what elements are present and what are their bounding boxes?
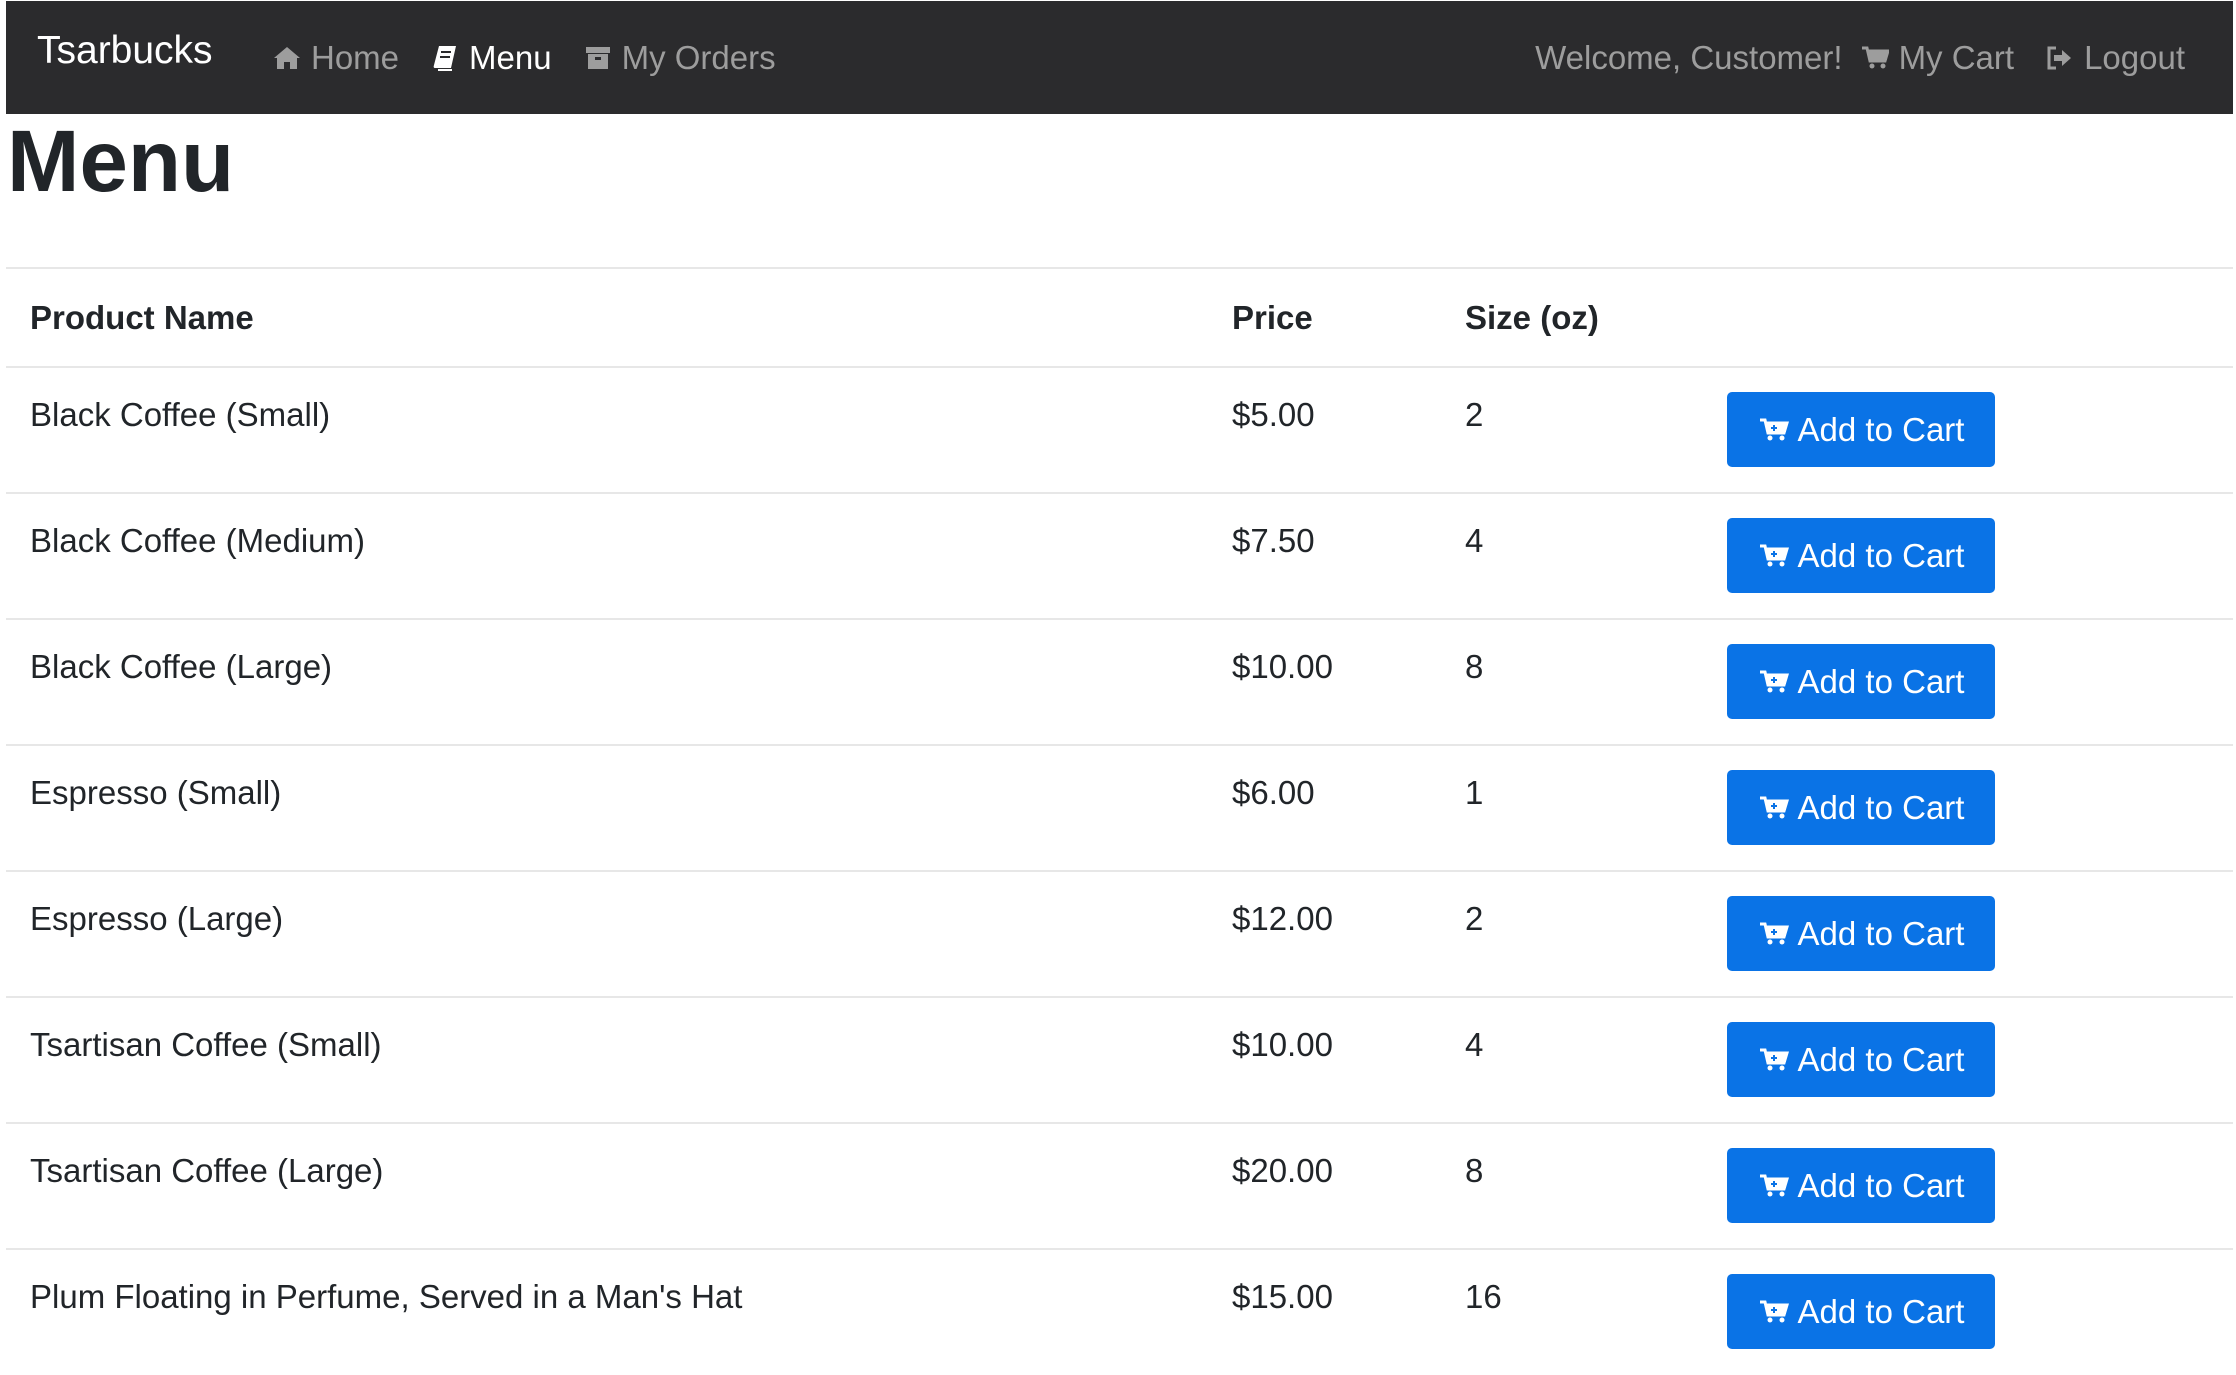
cart-plus-icon [1758, 1046, 1790, 1074]
menu-table: Product Name Price Size (oz) Black Coffe… [6, 267, 2233, 1375]
product-name-cell: Espresso (Large) [6, 870, 1208, 997]
table-row: Black Coffee (Small) $5.00 2 Add to Cart [6, 366, 2233, 493]
add-to-cart-button[interactable]: Add to Cart [1727, 518, 1995, 593]
add-to-cart-label: Add to Cart [1797, 536, 1965, 574]
action-cell: Add to Cart [1727, 870, 2233, 997]
action-cell: Add to Cart [1727, 366, 2233, 493]
add-to-cart-label: Add to Cart [1797, 1040, 1965, 1078]
nav-right-group: Welcome, Customer! My Cart Logout [1535, 1, 2185, 114]
nav-home-link[interactable]: Home [273, 39, 399, 77]
table-header-row: Product Name Price Size (oz) [6, 267, 2233, 367]
action-cell: Add to Cart [1727, 618, 2233, 745]
book-icon [431, 43, 459, 73]
nav-logout-link[interactable]: Logout [2046, 39, 2185, 77]
add-to-cart-label: Add to Cart [1797, 1292, 1965, 1330]
home-icon [273, 43, 301, 73]
add-to-cart-button[interactable]: Add to Cart [1727, 1148, 1995, 1223]
add-to-cart-button[interactable]: Add to Cart [1727, 644, 1995, 719]
add-to-cart-label: Add to Cart [1797, 410, 1965, 448]
product-name-cell: Black Coffee (Small) [6, 366, 1208, 493]
add-to-cart-button[interactable]: Add to Cart [1727, 392, 1995, 467]
product-name-cell: Plum Floating in Perfume, Served in a Ma… [6, 1248, 1208, 1375]
action-cell: Add to Cart [1727, 492, 2233, 619]
header-product-name: Product Name [6, 267, 1208, 367]
price-cell: $12.00 [1208, 870, 1441, 997]
add-to-cart-label: Add to Cart [1797, 914, 1965, 952]
table-body: Black Coffee (Small) $5.00 2 Add to Cart… [6, 366, 2233, 1375]
nav-home-label: Home [311, 38, 400, 76]
cart-plus-icon [1758, 668, 1790, 696]
price-cell: $7.50 [1208, 492, 1441, 619]
product-name-cell: Espresso (Small) [6, 744, 1208, 871]
brand-logo[interactable]: Tsarbucks [37, 29, 213, 73]
nav-orders-link[interactable]: My Orders [584, 39, 776, 77]
add-to-cart-button[interactable]: Add to Cart [1727, 1274, 1995, 1349]
nav-menu-link[interactable]: Menu [431, 39, 552, 77]
action-cell: Add to Cart [1727, 1122, 2233, 1249]
header-price: Price [1208, 267, 1441, 367]
size-cell: 1 [1441, 744, 1727, 871]
size-cell: 4 [1441, 492, 1727, 619]
logout-icon [2046, 43, 2074, 73]
cart-plus-icon [1758, 794, 1790, 822]
page-frame: Tsarbucks Home Menu My Orders Welcome, C… [6, 0, 2233, 1375]
add-to-cart-label: Add to Cart [1797, 662, 1965, 700]
nav-cart-label: My Cart [1898, 38, 2015, 76]
price-cell: $20.00 [1208, 1122, 1441, 1249]
nav-left-group: Home Menu My Orders [273, 1, 808, 114]
nav-menu-label: Menu [469, 38, 552, 76]
add-to-cart-button[interactable]: Add to Cart [1727, 770, 1995, 845]
size-cell: 16 [1441, 1248, 1727, 1375]
add-to-cart-label: Add to Cart [1797, 788, 1965, 826]
size-cell: 2 [1441, 366, 1727, 493]
table-row: Espresso (Small) $6.00 1 Add to Cart [6, 744, 2233, 871]
product-name-cell: Tsartisan Coffee (Large) [6, 1122, 1208, 1249]
action-cell: Add to Cart [1727, 996, 2233, 1123]
cart-plus-icon [1758, 920, 1790, 948]
price-cell: $10.00 [1208, 996, 1441, 1123]
size-cell: 8 [1441, 1122, 1727, 1249]
welcome-text: Welcome, Customer! [1535, 38, 1843, 76]
size-cell: 2 [1441, 870, 1727, 997]
price-cell: $6.00 [1208, 744, 1441, 871]
product-name-cell: Black Coffee (Large) [6, 618, 1208, 745]
product-name-cell: Tsartisan Coffee (Small) [6, 996, 1208, 1123]
add-to-cart-button[interactable]: Add to Cart [1727, 896, 1995, 971]
price-cell: $10.00 [1208, 618, 1441, 745]
table-row: Black Coffee (Large) $10.00 8 Add to Car… [6, 618, 2233, 745]
cart-plus-icon [1758, 542, 1790, 570]
cart-plus-icon [1758, 1298, 1790, 1326]
size-cell: 8 [1441, 618, 1727, 745]
top-navbar: Tsarbucks Home Menu My Orders Welcome, C… [6, 1, 2233, 114]
cart-plus-icon [1758, 1172, 1790, 1200]
add-to-cart-button[interactable]: Add to Cart [1727, 1022, 1995, 1097]
nav-cart-link[interactable]: My Cart [1861, 38, 2015, 77]
cart-icon [1861, 43, 1889, 73]
price-cell: $5.00 [1208, 366, 1441, 493]
table-row: Tsartisan Coffee (Large) $20.00 8 Add to… [6, 1122, 2233, 1249]
header-action [1727, 267, 2233, 367]
header-size: Size (oz) [1441, 267, 1727, 367]
archive-icon [584, 43, 612, 73]
add-to-cart-label: Add to Cart [1797, 1166, 1965, 1204]
nav-logout-label: Logout [2084, 38, 2185, 76]
table-row: Black Coffee (Medium) $7.50 4 Add to Car… [6, 492, 2233, 619]
action-cell: Add to Cart [1727, 1248, 2233, 1375]
table-row: Espresso (Large) $12.00 2 Add to Cart [6, 870, 2233, 997]
product-name-cell: Black Coffee (Medium) [6, 492, 1208, 619]
cart-plus-icon [1758, 416, 1790, 444]
table-row: Plum Floating in Perfume, Served in a Ma… [6, 1248, 2233, 1375]
table-row: Tsartisan Coffee (Small) $10.00 4 Add to… [6, 996, 2233, 1123]
size-cell: 4 [1441, 996, 1727, 1123]
action-cell: Add to Cart [1727, 744, 2233, 871]
nav-orders-label: My Orders [621, 38, 776, 76]
page-title: Menu [7, 113, 235, 210]
price-cell: $15.00 [1208, 1248, 1441, 1375]
